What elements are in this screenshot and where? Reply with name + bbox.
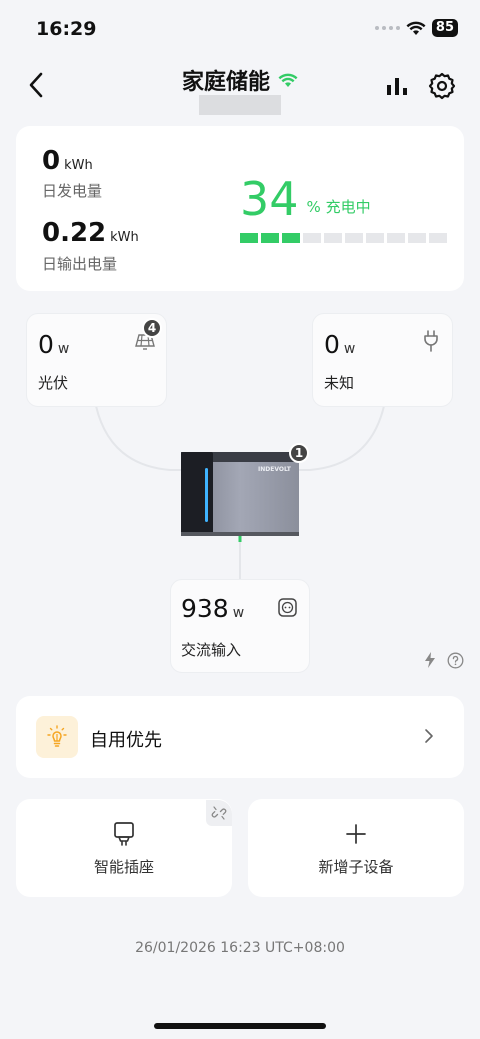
gear-icon <box>428 72 456 100</box>
soc-segment <box>429 233 447 243</box>
ac-input-label: 交流输入 <box>181 641 242 659</box>
unlink-badge[interactable] <box>206 800 232 826</box>
daily-output-unit: kWh <box>110 230 139 245</box>
cellular-signal-icon <box>374 26 400 30</box>
smart-plug-icon <box>114 822 134 846</box>
daily-output: 0.22 kWh <box>42 218 139 248</box>
unlink-icon <box>211 806 227 820</box>
soc-segment <box>324 233 342 243</box>
mode-icon-box <box>36 716 78 758</box>
soc-segment <box>282 233 300 243</box>
soc-segment <box>303 233 321 243</box>
pv-power-value: 0 <box>38 330 54 359</box>
work-mode-row[interactable] <box>16 696 464 778</box>
daily-generation-unit: kWh <box>64 158 93 173</box>
ac-input-value: 938 <box>181 594 229 623</box>
pv-power: 0w <box>38 330 69 359</box>
battery-device-image[interactable]: INDEVOLT <box>178 448 302 540</box>
plus-icon <box>346 824 366 844</box>
soc-segment <box>261 233 279 243</box>
add-device-tile[interactable] <box>248 799 464 897</box>
daily-generation-value: 0 <box>42 146 61 176</box>
smart-plug-label: 智能插座 <box>93 858 154 876</box>
wifi-connected-icon <box>278 73 298 87</box>
unknown-label: 未知 <box>324 374 355 392</box>
soc-segment <box>240 233 258 243</box>
unknown-power: 0w <box>324 330 355 359</box>
daily-generation: 0 kWh <box>42 146 93 176</box>
device-brand-logo: INDEVOLT <box>258 466 292 473</box>
smart-plug-tile[interactable] <box>16 799 232 897</box>
redacted-device-id <box>199 95 281 115</box>
pv-label: 光伏 <box>38 374 69 392</box>
daily-output-value: 0.22 <box>42 218 107 248</box>
soc-segment <box>387 233 405 243</box>
soc-segment <box>345 233 363 243</box>
work-mode-label: 自用优先 <box>90 730 162 751</box>
soc-status: % 充电中 <box>306 198 371 216</box>
daily-generation-label: 日发电量 <box>42 182 103 200</box>
pv-count-badge: 4 <box>142 318 162 338</box>
socket-icon <box>278 598 297 617</box>
soc-value: 34 <box>240 172 299 226</box>
bar-chart-icon <box>387 78 407 95</box>
lightning-icon[interactable] <box>423 651 437 669</box>
add-device-label: 新增子设备 <box>318 858 394 876</box>
daily-output-label: 日输出电量 <box>42 255 118 273</box>
lightbulb-icon <box>47 725 67 747</box>
plug-icon <box>424 330 438 352</box>
wifi-icon <box>406 21 426 35</box>
unknown-power-unit: w <box>343 341 356 357</box>
help-icon[interactable] <box>447 652 464 669</box>
device-title: 家庭储能 <box>181 70 270 95</box>
ac-input-unit: w <box>232 605 245 621</box>
device-count-badge: 1 <box>289 443 309 463</box>
unknown-power-value: 0 <box>324 330 340 359</box>
battery-indicator: 85 <box>431 19 458 37</box>
battery-soc: 34 % 充电中 <box>240 172 371 226</box>
soc-progress-bar <box>240 233 447 243</box>
last-update-timestamp: 26/01/2026 16:23 UTC+08:00 <box>135 940 345 956</box>
pv-power-unit: w <box>57 341 70 357</box>
home-indicator[interactable] <box>154 1023 326 1029</box>
settings-button[interactable] <box>428 72 456 100</box>
soc-segment <box>366 233 384 243</box>
chevron-right-icon <box>425 729 433 743</box>
ac-input-power: 938 w <box>181 594 244 623</box>
soc-segment <box>408 233 426 243</box>
status-indicators: 85 <box>374 19 458 37</box>
statistics-button[interactable] <box>384 73 410 99</box>
status-time: 16:29 <box>36 18 97 40</box>
